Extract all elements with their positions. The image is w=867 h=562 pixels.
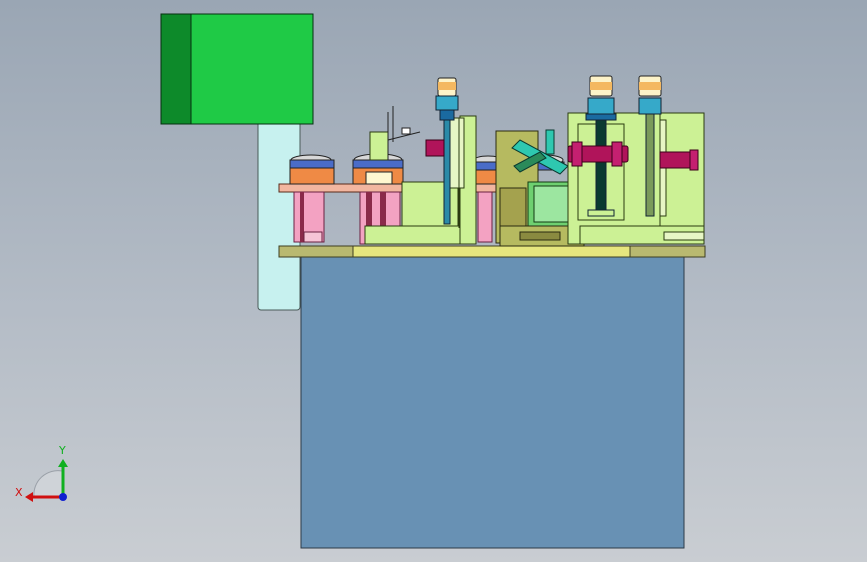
cylinder-horizontal — [567, 141, 629, 167]
middle-housing-window — [499, 187, 527, 229]
frame-left-post — [369, 131, 389, 161]
feeder-plate — [533, 185, 569, 223]
sensor-bracket — [387, 106, 421, 160]
base-subplate-slot — [519, 231, 561, 241]
machine-cabinet — [300, 255, 685, 549]
y-axis-label: Y — [58, 444, 66, 457]
frame-base-left — [364, 225, 476, 245]
x-axis-label: X — [15, 486, 23, 499]
z-axis-dot — [59, 493, 67, 501]
right-frame-extension — [659, 112, 705, 232]
cylinder-side — [659, 149, 699, 171]
cad-viewport[interactable] — [0, 0, 867, 562]
nest-station-1 — [289, 154, 335, 243]
motor-box — [190, 13, 314, 125]
right-frame-label — [663, 231, 705, 241]
motor-box-side — [160, 13, 194, 125]
coordinate-triad-icon: Y X — [15, 444, 68, 502]
table-plate-center — [352, 245, 631, 258]
